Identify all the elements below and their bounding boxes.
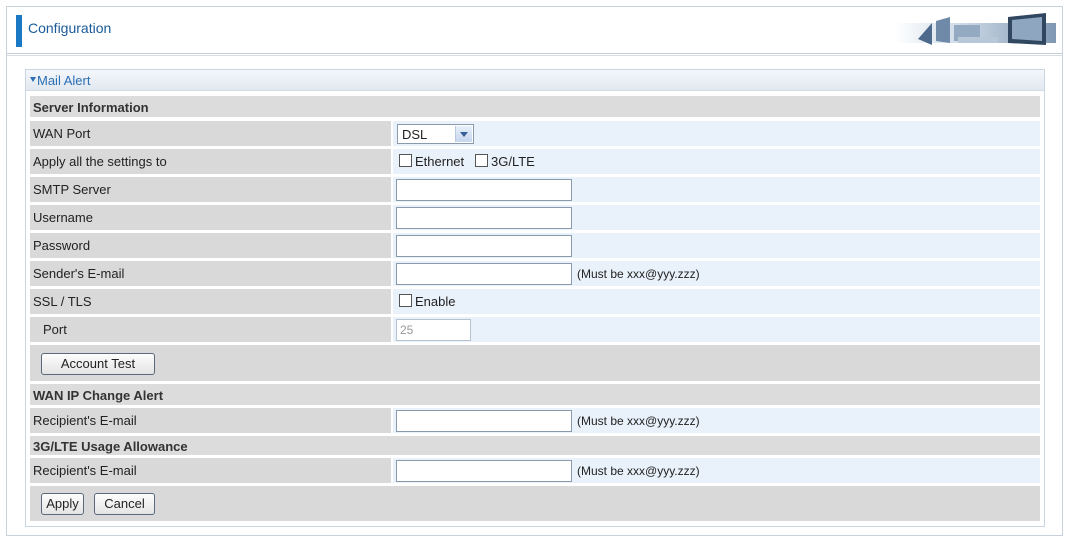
smtp-server-input[interactable] [396, 179, 572, 201]
row-apply-all: Apply all the settings to Ethernet 3G/LT… [30, 149, 1040, 175]
label-cell: WAN Port [30, 121, 391, 146]
panel-title: Mail Alert [37, 73, 91, 88]
ethernet-checkbox[interactable] [399, 154, 412, 167]
header-bar: Configuration [7, 7, 1062, 54]
header-banner-graphic [896, 13, 1056, 45]
wan-port-label: WAN Port [33, 126, 91, 141]
3g-lte-checkbox[interactable] [475, 154, 488, 167]
wan-ip-recipient-label: Recipient's E-mail [33, 413, 137, 428]
label-cell: Sender's E-mail [30, 261, 391, 286]
row-smtp-server: SMTP Server [30, 177, 1040, 203]
row-actions: Apply Cancel [30, 486, 1040, 522]
row-wan-ip-recipient: Recipient's E-mail (Must be xxx@yyy.zzz) [30, 408, 1040, 434]
label-cell: Port [30, 317, 391, 342]
apply-all-label: Apply all the settings to [33, 154, 167, 169]
wan-port-select[interactable]: DSL [397, 124, 474, 144]
sender-email-label: Sender's E-mail [33, 266, 125, 281]
cancel-button[interactable]: Cancel [94, 493, 155, 515]
apply-button[interactable]: Apply [41, 493, 84, 515]
wan-ip-recipient-input[interactable] [396, 410, 572, 432]
ssl-enable-checkbox[interactable] [399, 294, 412, 307]
value-cell [393, 233, 1040, 258]
section-server-information: Server Information [30, 96, 1040, 118]
section-label: WAN IP Change Alert [33, 388, 164, 403]
smtp-server-label: SMTP Server [33, 182, 111, 197]
value-cell: (Must be xxx@yyy.zzz) [393, 408, 1040, 433]
ssl-tls-label: SSL / TLS [33, 294, 92, 309]
row-ssl-tls: SSL / TLS Enable [30, 289, 1040, 315]
value-cell [393, 177, 1040, 202]
config-frame: Configuration Mail Alert Server Informat… [6, 6, 1063, 536]
label-cell: Recipient's E-mail [30, 408, 391, 433]
username-input[interactable] [396, 207, 572, 229]
value-cell: Enable [393, 289, 1040, 314]
username-label: Username [33, 210, 93, 225]
row-port: Port [30, 317, 1040, 343]
usage-recipient-hint: (Must be xxx@yyy.zzz) [577, 464, 700, 478]
wan-port-selected-value: DSL [402, 127, 428, 142]
ssl-enable-label: Enable [415, 294, 456, 309]
label-cell: Apply all the settings to [30, 149, 391, 174]
row-account-test: Account Test [30, 345, 1040, 382]
password-label: Password [33, 238, 91, 253]
value-cell: (Must be xxx@yyy.zzz) [393, 261, 1040, 286]
row-wan-port: WAN Port DSL [30, 121, 1040, 147]
3g-lte-checkbox-label: 3G/LTE [491, 154, 535, 169]
ethernet-checkbox-label: Ethernet [415, 154, 465, 169]
label-cell: Username [30, 205, 391, 230]
value-cell [393, 317, 1040, 342]
label-cell: SSL / TLS [30, 289, 391, 314]
account-test-button[interactable]: Account Test [41, 353, 155, 375]
label-cell: SMTP Server [30, 177, 391, 202]
row-usage-recipient: Recipient's E-mail (Must be xxx@yyy.zzz) [30, 458, 1040, 484]
collapse-arrow-icon [30, 77, 36, 82]
section-label: Server Information [33, 100, 149, 115]
label-cell: Recipient's E-mail [30, 458, 391, 483]
usage-recipient-input[interactable] [396, 460, 572, 482]
section-usage-allowance: 3G/LTE Usage Allowance [30, 436, 1040, 456]
header-divider [7, 55, 1062, 56]
mail-alert-panel: Mail Alert Server Information WAN Port D… [25, 69, 1045, 527]
sender-email-hint: (Must be xxx@yyy.zzz) [577, 267, 700, 281]
port-label: Port [43, 322, 67, 337]
value-cell: (Must be xxx@yyy.zzz) [393, 458, 1040, 483]
sender-email-input[interactable] [396, 263, 572, 285]
password-input[interactable] [396, 235, 572, 257]
panel-title-bar[interactable]: Mail Alert [26, 70, 1044, 91]
section-label: 3G/LTE Usage Allowance [33, 439, 188, 454]
value-cell: Ethernet 3G/LTE [393, 149, 1040, 174]
section-wan-ip-change-alert: WAN IP Change Alert [30, 384, 1040, 406]
usage-recipient-label: Recipient's E-mail [33, 463, 137, 478]
row-sender-email: Sender's E-mail (Must be xxx@yyy.zzz) [30, 261, 1040, 287]
row-password: Password [30, 233, 1040, 259]
header-accent-bar [16, 15, 22, 47]
value-cell [393, 205, 1040, 230]
label-cell: Password [30, 233, 391, 258]
wan-ip-recipient-hint: (Must be xxx@yyy.zzz) [577, 414, 700, 428]
port-input [396, 319, 471, 341]
value-cell: DSL [393, 121, 1040, 146]
page-title: Configuration [28, 20, 112, 36]
chevron-down-icon[interactable] [455, 126, 472, 142]
row-username: Username [30, 205, 1040, 231]
